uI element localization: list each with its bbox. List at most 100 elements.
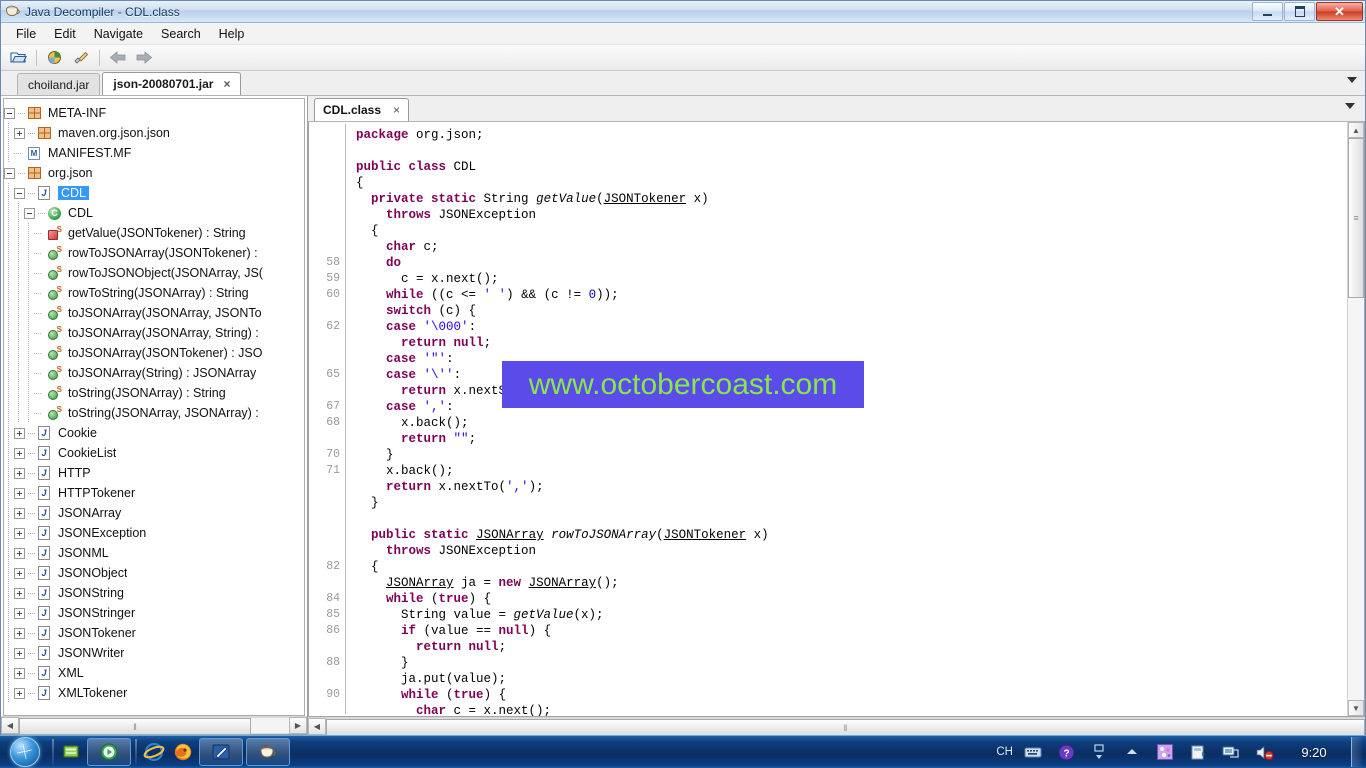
collapse-icon[interactable] <box>4 167 15 179</box>
menu-navigate[interactable]: Navigate <box>85 25 152 43</box>
tree-item[interactable]: J CookieList <box>4 443 304 463</box>
start-button[interactable] <box>2 737 48 767</box>
java-decompiler-icon[interactable] <box>246 738 290 766</box>
volume-muted-icon[interactable] <box>1251 739 1277 765</box>
tree-item[interactable]: M MANIFEST.MF <box>4 143 304 163</box>
expand-icon[interactable] <box>14 127 25 139</box>
scroll-up-icon[interactable]: ▲ <box>1348 122 1364 138</box>
tree-hscroll-thumb[interactable]: ‖ <box>19 718 251 735</box>
jar-tab-json[interactable]: json-20080701.jar × <box>102 72 242 95</box>
tree-horizontal-scrollbar[interactable]: ◀ ‖ ▶ <box>1 716 307 735</box>
scroll-left-icon[interactable]: ◀ <box>308 718 326 735</box>
close-button[interactable]: ✕ <box>1316 2 1363 21</box>
tree-item[interactable]: J JSONStringer <box>4 603 304 623</box>
expand-icon[interactable] <box>14 567 25 579</box>
editor-horizontal-scrollbar[interactable]: ◀ ‖ <box>308 717 1365 736</box>
menu-help[interactable]: Help <box>210 25 254 43</box>
tree-item[interactable]: SrowToString(JSONArray) : String <box>4 283 304 303</box>
close-icon[interactable]: × <box>393 103 400 117</box>
save-all-icon[interactable] <box>69 46 93 69</box>
menu-search[interactable]: Search <box>152 25 210 43</box>
chevron-down-icon[interactable] <box>1347 77 1357 83</box>
show-desktop-button[interactable] <box>1351 737 1362 767</box>
tree-item[interactable]: J JSONObject <box>4 563 304 583</box>
tree-item[interactable]: J Cookie <box>4 423 304 443</box>
help-icon[interactable]: ? <box>1053 739 1079 765</box>
tree-item[interactable]: org.json <box>4 163 304 183</box>
expand-icon[interactable] <box>14 467 25 479</box>
expand-icon[interactable] <box>14 667 25 679</box>
editor-hscroll-track[interactable]: ‖ <box>326 718 1365 736</box>
scroll-down-icon[interactable]: ▼ <box>1348 700 1364 716</box>
tree-item[interactable]: J CDL <box>4 183 304 203</box>
editor-tab-cdl-class[interactable]: CDL.class × <box>314 98 410 121</box>
open-type-icon[interactable] <box>43 46 67 69</box>
code-view[interactable]: 58 59 60 62 65 67 68 70 71 82 84 85 86 88 90 package o… <box>309 122 1347 716</box>
expand-icon[interactable] <box>14 547 25 559</box>
jar-tab-choiland[interactable]: choiland.jar <box>17 73 101 95</box>
expand-icon[interactable] <box>14 607 25 619</box>
media-player-icon[interactable] <box>87 738 131 766</box>
expand-icon[interactable] <box>14 647 25 659</box>
menu-file[interactable]: File <box>7 25 45 43</box>
navigate-back-icon[interactable] <box>106 46 130 69</box>
source-code[interactable]: package org.json; public class CDL{ priv… <box>346 122 1347 716</box>
tree-hscroll-track[interactable]: ‖ <box>19 717 289 735</box>
tree-item[interactable]: SrowToJSONObject(JSONArray, JS( <box>4 263 304 283</box>
restore-button[interactable] <box>1284 2 1315 21</box>
open-file-icon[interactable] <box>6 46 30 69</box>
expand-icon[interactable] <box>14 507 25 519</box>
tree-item[interactable]: J JSONString <box>4 583 304 603</box>
scroll-left-icon[interactable]: ◀ <box>1 717 19 734</box>
tree-item[interactable]: StoJSONArray(JSONArray, String) : <box>4 323 304 343</box>
collapse-icon[interactable] <box>4 107 15 119</box>
tree-item[interactable]: StoString(JSONArray, JSONArray) : <box>4 403 304 423</box>
tree-item[interactable]: J HTTP <box>4 463 304 483</box>
close-icon[interactable]: × <box>223 78 230 90</box>
ime-indicator[interactable]: CH <box>996 746 1013 758</box>
tree-item[interactable]: StoJSONArray(String) : JSONArray <box>4 363 304 383</box>
tree-item[interactable]: StoJSONArray(JSONArray, JSONTo <box>4 303 304 323</box>
editor-icon[interactable] <box>199 738 243 766</box>
keyboard-icon[interactable] <box>1020 739 1046 765</box>
tree-item[interactable]: StoJSONArray(JSONTokener) : JSO <box>4 343 304 363</box>
editor-vertical-scrollbar[interactable]: ▲ ≡ ▼ <box>1347 122 1364 716</box>
tree-item[interactable]: J JSONException <box>4 523 304 543</box>
menu-edit[interactable]: Edit <box>45 25 85 43</box>
firefox-icon[interactable] <box>170 739 196 765</box>
scroll-right-icon[interactable]: ▶ <box>289 717 307 734</box>
expand-icon[interactable] <box>14 527 25 539</box>
tree-item[interactable]: J JSONWriter <box>4 643 304 663</box>
editor-hscroll-thumb[interactable]: ‖ <box>326 719 1365 736</box>
editor-vscroll-thumb[interactable]: ≡ <box>1348 138 1364 298</box>
navigate-forward-icon[interactable] <box>132 46 156 69</box>
tree-item[interactable]: J JSONArray <box>4 503 304 523</box>
network-icon[interactable] <box>1218 739 1244 765</box>
tree-scroll-region[interactable]: META-INF maven.org.json.json M MANIFEST.MF o… <box>3 98 305 716</box>
minimize-button[interactable] <box>1252 2 1283 21</box>
expand-icon[interactable] <box>14 447 25 459</box>
chevron-down-icon[interactable] <box>1345 103 1355 109</box>
show-desktop-icon[interactable] <box>58 739 84 765</box>
editor-vscroll-track[interactable]: ≡ <box>1348 138 1364 700</box>
tree-item[interactable]: StoString(JSONArray) : String <box>4 383 304 403</box>
network-activity-icon[interactable] <box>1152 739 1178 765</box>
expand-icon[interactable] <box>14 687 25 699</box>
expand-icon[interactable] <box>14 427 25 439</box>
expand-icon[interactable] <box>14 487 25 499</box>
language-bar-restore-icon[interactable] <box>1086 739 1112 765</box>
tree-item[interactable]: META-INF <box>4 103 304 123</box>
tree-item[interactable]: J XML <box>4 663 304 683</box>
tree-item[interactable]: J XMLTokener <box>4 683 304 703</box>
tree-item[interactable]: SrowToJSONArray(JSONTokener) : <box>4 243 304 263</box>
tree-item[interactable]: J JSONML <box>4 543 304 563</box>
internet-explorer-icon[interactable] <box>141 739 167 765</box>
taskbar-clock[interactable]: 9:20 <box>1284 745 1344 760</box>
show-hidden-icons-icon[interactable] <box>1119 739 1145 765</box>
tree-item[interactable]: J JSONTokener <box>4 623 304 643</box>
expand-icon[interactable] <box>14 627 25 639</box>
tree-item[interactable]: J HTTPTokener <box>4 483 304 503</box>
tree-item[interactable]: C CDL <box>4 203 304 223</box>
tree-item[interactable]: SgetValue(JSONTokener) : String <box>4 223 304 243</box>
expand-icon[interactable] <box>14 587 25 599</box>
